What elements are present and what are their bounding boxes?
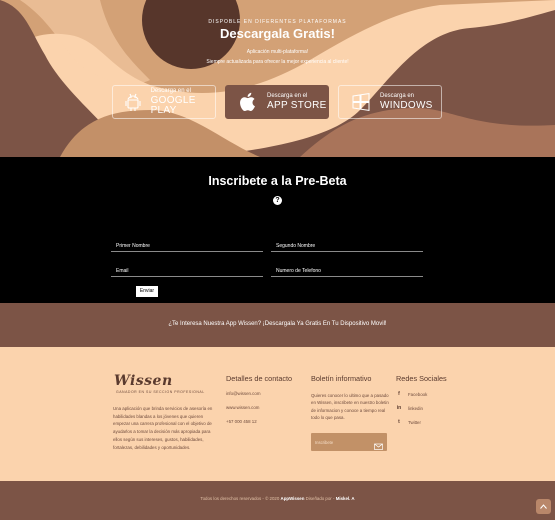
facebook-link[interactable]: f Facebook [396, 391, 427, 397]
copyright-brand[interactable]: AppWissen [281, 496, 305, 501]
mail-icon[interactable] [374, 438, 383, 450]
copyright-prefix: Todos los derechos reservados - © 2020 [200, 496, 280, 501]
send-button[interactable]: Enviar [136, 286, 158, 297]
phone-input[interactable] [271, 262, 423, 280]
first-name-field [111, 234, 263, 255]
newsletter-input[interactable] [311, 439, 374, 445]
twitter-link[interactable]: t Twitter [396, 419, 421, 425]
newsletter-field [311, 433, 387, 451]
wissen-logo[interactable]: Wissen [114, 373, 173, 389]
email-field [111, 259, 263, 280]
windows-label: WINDOWS [380, 100, 433, 111]
apple-icon [235, 89, 261, 115]
google-play-button[interactable]: Descarga en el GOOGLE PLAY [112, 85, 216, 119]
windows-icon [348, 89, 374, 115]
back-to-top-button[interactable] [536, 499, 551, 514]
prebeta-title: Inscribete a la Pre-Beta [208, 174, 347, 188]
linkedin-link[interactable]: in linkedin [396, 405, 423, 411]
app-store-button[interactable]: Descarga en el APP STORE [225, 85, 329, 119]
app-store-label: APP STORE [267, 100, 327, 111]
logo-tagline: GANADOR EN SU SECCION PROFESIONAL [116, 390, 205, 394]
contact-phone: +57 000 458 12 [226, 419, 257, 424]
chevron-up-icon [540, 504, 547, 509]
newsletter-title: Boletín informativo [311, 374, 372, 383]
app-store-small-label: Descarga en el [267, 93, 308, 99]
linkedin-label: linkedin [408, 405, 423, 411]
second-name-field [271, 234, 423, 255]
first-name-input[interactable] [111, 237, 263, 255]
twitter-icon: t [398, 419, 400, 425]
hero-subtitle: Aplicación multi-plataforma! [246, 49, 309, 55]
windows-small-label: Descarga en [380, 93, 415, 99]
facebook-label: Facebook [408, 391, 428, 397]
page: DISPOBLE EN DIFERENTES PLATAFORMAS Desca… [0, 0, 555, 520]
google-play-small-label: Descarga en el [150, 88, 191, 94]
hero-eyebrow: DISPOBLE EN DIFERENTES PLATAFORMAS [208, 19, 347, 25]
google-play-label: GOOGLE PLAY [150, 95, 196, 116]
download-hero: DISPOBLE EN DIFERENTES PLATAFORMAS Desca… [0, 0, 555, 157]
question-icon[interactable]: ? [273, 196, 282, 205]
phone-field [271, 259, 423, 280]
facebook-icon: f [398, 391, 400, 397]
social-title: Redes Sociales [396, 374, 447, 383]
footer: Wissen GANADOR EN SU SECCION PROFESIONAL… [0, 347, 555, 481]
contact-web-link[interactable]: www.wissen.com [226, 405, 259, 410]
contact-title: Detalles de contacto [226, 374, 293, 383]
copyright-mid: Diseñado por - [305, 496, 335, 501]
windows-button[interactable]: Descarga en WINDOWS [338, 85, 442, 119]
android-icon [122, 89, 145, 115]
email-input[interactable] [111, 262, 263, 280]
copyright-bar: Todos los derechos reservados - © 2020 A… [0, 481, 555, 520]
linkedin-icon: in [396, 405, 402, 411]
about-text: Una aplicación que brinda servicios de a… [113, 406, 213, 450]
hero-title: Descargala Gratis! [220, 26, 335, 41]
newsletter-text: Quieres conocer lo ultimo que a pasado e… [311, 393, 389, 421]
copyright-text: Todos los derechos reservados - © 2020 A… [0, 496, 555, 501]
copyright-author[interactable]: Miskel. A [336, 496, 355, 501]
promo-text: ¿Te Interesa Nuestra App Wissen? ¡Descar… [168, 321, 387, 327]
contact-email-link[interactable]: info@wissen.com [226, 391, 260, 396]
hero-subtitle-secondary: Siempre actualizada para ofrecer la mejo… [206, 59, 349, 65]
promo-banner: ¿Te Interesa Nuestra App Wissen? ¡Descar… [0, 303, 555, 347]
second-name-input[interactable] [271, 237, 423, 255]
twitter-label: Twitter [408, 419, 421, 425]
prebeta-signup-section: Inscribete a la Pre-Beta ? Enviar [0, 157, 555, 303]
